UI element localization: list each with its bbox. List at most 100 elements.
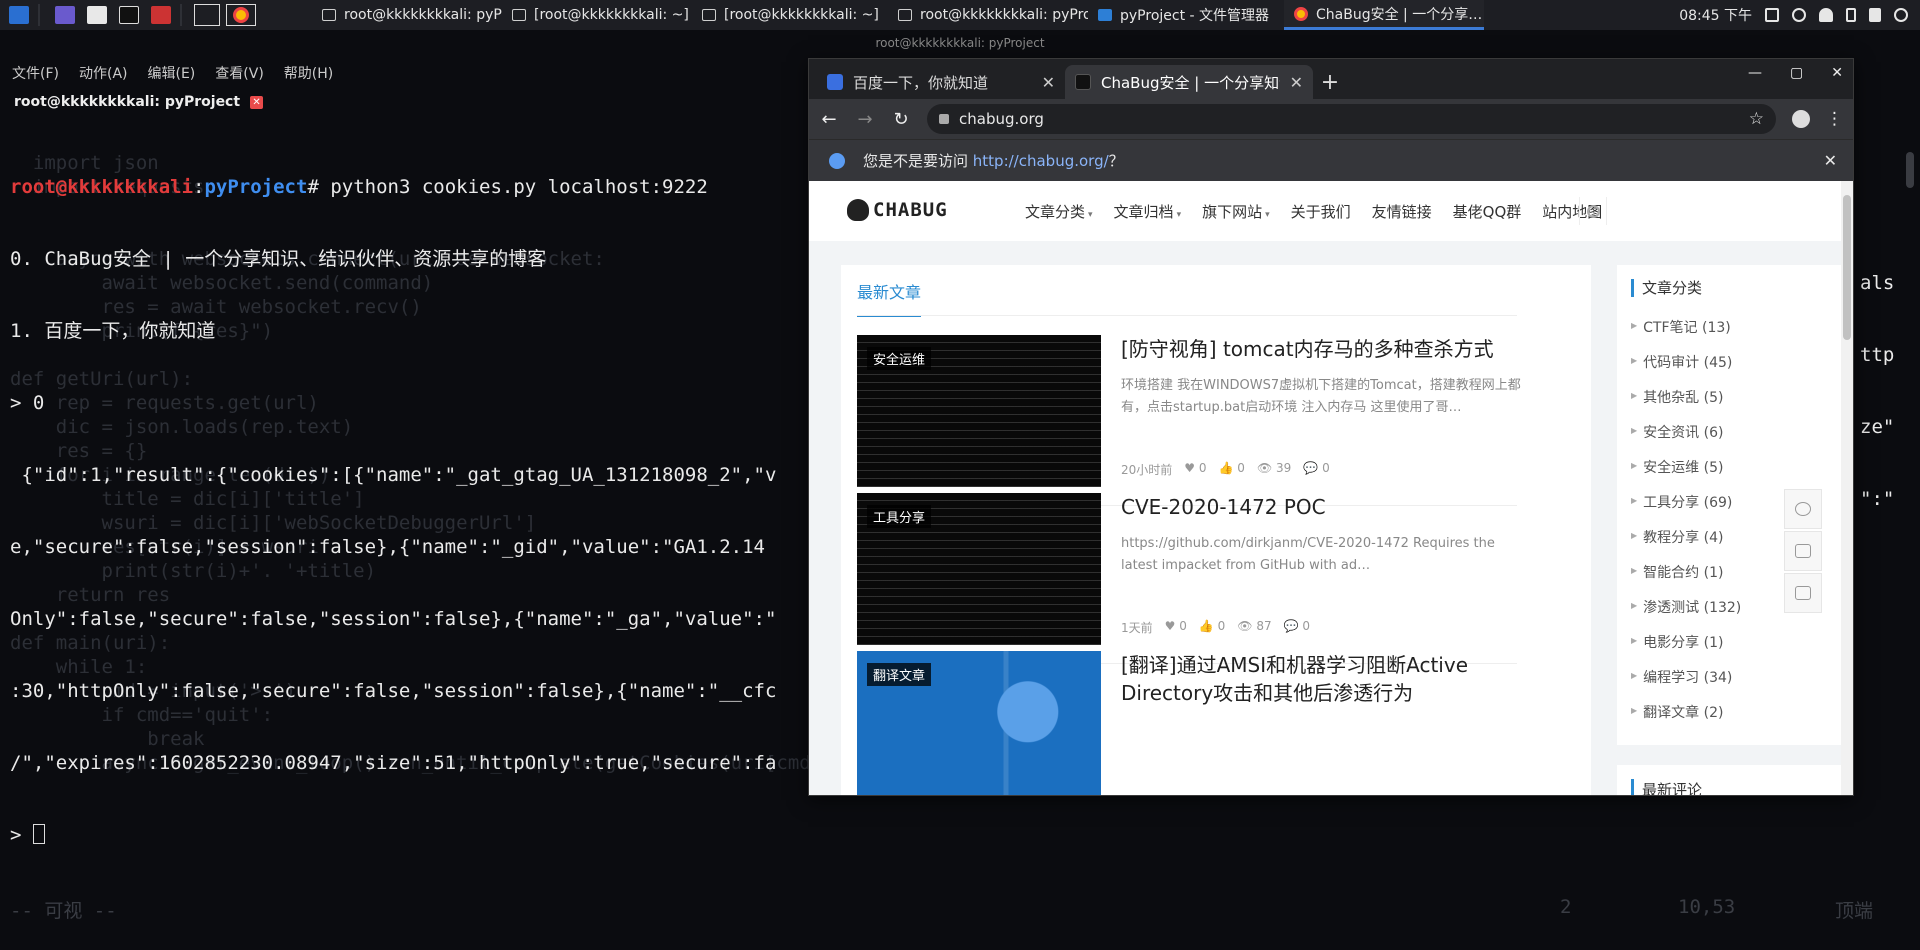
- menu-action[interactable]: 动作(A): [79, 63, 128, 83]
- nav-links[interactable]: 友情链接: [1372, 201, 1432, 222]
- output-line: > 0: [10, 392, 45, 414]
- taskbar-task-file-manager[interactable]: pyProject - 文件管理器: [1088, 0, 1284, 30]
- category-item[interactable]: ▶ 安全资讯 (6): [1631, 422, 1831, 457]
- minimize-icon[interactable]: —: [1748, 65, 1762, 81]
- kebab-menu-icon[interactable]: ⋮: [1826, 109, 1843, 129]
- thumbs-up-icon[interactable]: 👍: [1199, 619, 1214, 633]
- tab-baidu[interactable]: 百度一下，你就知道 ✕: [817, 65, 1065, 99]
- post-title[interactable]: CVE-2020-1472 POC: [1121, 493, 1521, 521]
- taskbar-task-terminal-4[interactable]: root@kkkkkkkkali: pyPro…: [888, 0, 1088, 30]
- clock[interactable]: 08:45 下午: [1679, 5, 1752, 25]
- power-icon[interactable]: [1894, 8, 1908, 22]
- post-item[interactable]: 工具分享 CVE-2020-1472 POC https://github.co…: [857, 493, 1517, 664]
- forward-icon[interactable]: →: [855, 109, 875, 130]
- terminal-tab[interactable]: root@kkkkkkkkali: pyProject ✕: [0, 90, 264, 114]
- address-bar[interactable]: chabug.org ☆: [927, 104, 1776, 134]
- taskbar-task-chrome[interactable]: ChaBug安全 | 一个分享…: [1284, 0, 1484, 30]
- thumbs-up-icon[interactable]: 👍: [1219, 461, 1234, 475]
- desktop-icon[interactable]: [52, 4, 78, 26]
- post-thumbnail[interactable]: 安全运维: [857, 335, 1101, 487]
- output-line: /","expires":1602852230.08947,"size":51,…: [10, 752, 777, 774]
- category-item[interactable]: ▶ 安全运维 (5): [1631, 457, 1831, 492]
- command-text: # python3 cookies.py localhost:9222: [307, 176, 708, 198]
- scrollbar-thumb[interactable]: [1906, 152, 1914, 188]
- comment-icon[interactable]: 💬: [1303, 461, 1318, 475]
- reload-icon[interactable]: ↻: [891, 109, 911, 130]
- battery-icon[interactable]: [1846, 8, 1856, 22]
- post-title[interactable]: [防守视角] tomcat内存马的多种查杀方式: [1121, 335, 1521, 363]
- post-thumbnail[interactable]: 工具分享: [857, 493, 1101, 645]
- output-line: {"id":1,"result":{"cookies":[{"name":"_g…: [10, 464, 777, 486]
- category-item[interactable]: ▶ 电影分享 (1): [1631, 632, 1831, 667]
- kali-menu-icon[interactable]: [6, 4, 32, 26]
- new-tab-button[interactable]: +: [1313, 65, 1347, 99]
- nav-archive[interactable]: 文章归档 ▾: [1114, 201, 1182, 222]
- close-icon[interactable]: ✕: [1824, 151, 1837, 170]
- category-item[interactable]: ▶ CTF笔记 (13): [1631, 317, 1831, 352]
- web-page[interactable]: CHABUG 文章分类 ▾ 文章归档 ▾ 旗下网站 ▾ 关于我们 友情链接 基佬QQ群…: [809, 181, 1853, 795]
- taskbar-task-terminal-2[interactable]: [root@kkkkkkkkali: ~]: [502, 0, 692, 30]
- terminal-scrollbar[interactable]: [1906, 122, 1914, 782]
- qr-code-icon: [1795, 544, 1811, 558]
- text-cursor: [32, 824, 45, 844]
- suggested-url-link[interactable]: http://chabug.org/: [973, 152, 1109, 170]
- menu-view[interactable]: 查看(V): [215, 63, 264, 83]
- page-scrollbar[interactable]: [1841, 181, 1853, 795]
- heart-icon[interactable]: ♥: [1184, 461, 1195, 475]
- menu-help[interactable]: 帮助(H): [284, 63, 333, 83]
- caret-right-icon: ▶: [1631, 636, 1638, 645]
- heart-icon[interactable]: ♥: [1165, 619, 1176, 633]
- nav-sites[interactable]: 旗下网站 ▾: [1202, 201, 1270, 222]
- tab-latest-posts[interactable]: 最新文章: [857, 279, 922, 317]
- bookmark-star-icon[interactable]: ☆: [1749, 109, 1764, 129]
- volume-icon[interactable]: [1792, 8, 1806, 22]
- comment-icon[interactable]: 💬: [1284, 619, 1299, 633]
- file-manager-icon[interactable]: [84, 4, 110, 26]
- post-category-badge: 翻译文章: [867, 663, 932, 686]
- tab-chabug[interactable]: ChaBug安全 | 一个分享知识 ✕: [1065, 65, 1313, 99]
- site-search-button[interactable]: [1579, 197, 1607, 225]
- display-icon[interactable]: [1765, 8, 1779, 22]
- lock-icon[interactable]: [939, 114, 949, 124]
- close-icon[interactable]: ✕: [250, 95, 264, 109]
- post-item[interactable]: 翻译文章 [翻译]通过AMSI和机器学习阻断Active Directory攻击…: [857, 651, 1517, 795]
- maximize-icon[interactable]: ▢: [1790, 65, 1803, 81]
- menu-file[interactable]: 文件(F): [12, 63, 59, 83]
- terminal-launcher-icon[interactable]: [116, 4, 142, 26]
- category-item[interactable]: ▶ 其他杂乱 (5): [1631, 387, 1831, 422]
- close-icon[interactable]: ✕: [1042, 73, 1055, 92]
- category-item[interactable]: ▶ 编程学习 (34): [1631, 667, 1831, 702]
- category-item[interactable]: ▶ 代码审计 (45): [1631, 352, 1831, 387]
- notification-bell-icon[interactable]: [1819, 8, 1833, 22]
- profile-icon[interactable]: [1792, 110, 1810, 128]
- post-category-badge: 安全运维: [867, 347, 932, 370]
- close-icon[interactable]: ✕: [1290, 73, 1303, 92]
- nav-category[interactable]: 文章分类 ▾: [1025, 201, 1093, 222]
- post-item[interactable]: 安全运维 [防守视角] tomcat内存马的多种查杀方式 环境搭建 我在WIND…: [857, 335, 1521, 506]
- post-excerpt: 环境搭建 我在WINDOWS7虚拟机下搭建的Tomcat，搭建教程网上都有，点击…: [1121, 378, 1521, 415]
- screenshot-icon[interactable]: [148, 4, 174, 26]
- taskbar-task-terminal-1[interactable]: root@kkkkkkkkali: pyPro…: [312, 0, 502, 30]
- workspace-1[interactable]: [194, 4, 220, 26]
- floating-qrcode-button[interactable]: [1784, 531, 1822, 571]
- back-icon[interactable]: ←: [819, 109, 839, 130]
- scrollbar-thumb[interactable]: [1843, 195, 1851, 340]
- floating-comment-button[interactable]: [1784, 489, 1822, 529]
- site-logo[interactable]: CHABUG: [847, 199, 948, 221]
- lock-screen-icon[interactable]: [1869, 8, 1881, 22]
- input-line[interactable]: >: [10, 823, 776, 847]
- post-title[interactable]: [翻译]通过AMSI和机器学习阻断Active Directory攻击和其他后渗…: [1121, 651, 1521, 707]
- menu-edit[interactable]: 编辑(E): [148, 63, 196, 83]
- nav-qq-group[interactable]: 基佬QQ群: [1453, 201, 1522, 222]
- close-icon[interactable]: ✕: [1831, 65, 1843, 81]
- sidebar-title: 最新评论: [1631, 779, 1702, 795]
- chrome-window[interactable]: 百度一下，你就知道 ✕ ChaBug安全 | 一个分享知识 ✕ + — ▢ ✕ …: [808, 58, 1854, 796]
- chrome-tabstrip: 百度一下，你就知道 ✕ ChaBug安全 | 一个分享知识 ✕ + — ▢ ✕: [809, 59, 1853, 99]
- output-right-fragments: als ttp ze" ":": [1860, 272, 1895, 510]
- nav-about[interactable]: 关于我们: [1291, 201, 1351, 222]
- workspace-2-chrome-icon[interactable]: [226, 4, 256, 26]
- taskbar-task-terminal-3[interactable]: [root@kkkkkkkkali: ~]: [692, 0, 888, 30]
- category-item[interactable]: ▶ 翻译文章 (2): [1631, 702, 1831, 737]
- floating-share-button[interactable]: [1784, 573, 1822, 613]
- post-thumbnail[interactable]: 翻译文章: [857, 651, 1101, 795]
